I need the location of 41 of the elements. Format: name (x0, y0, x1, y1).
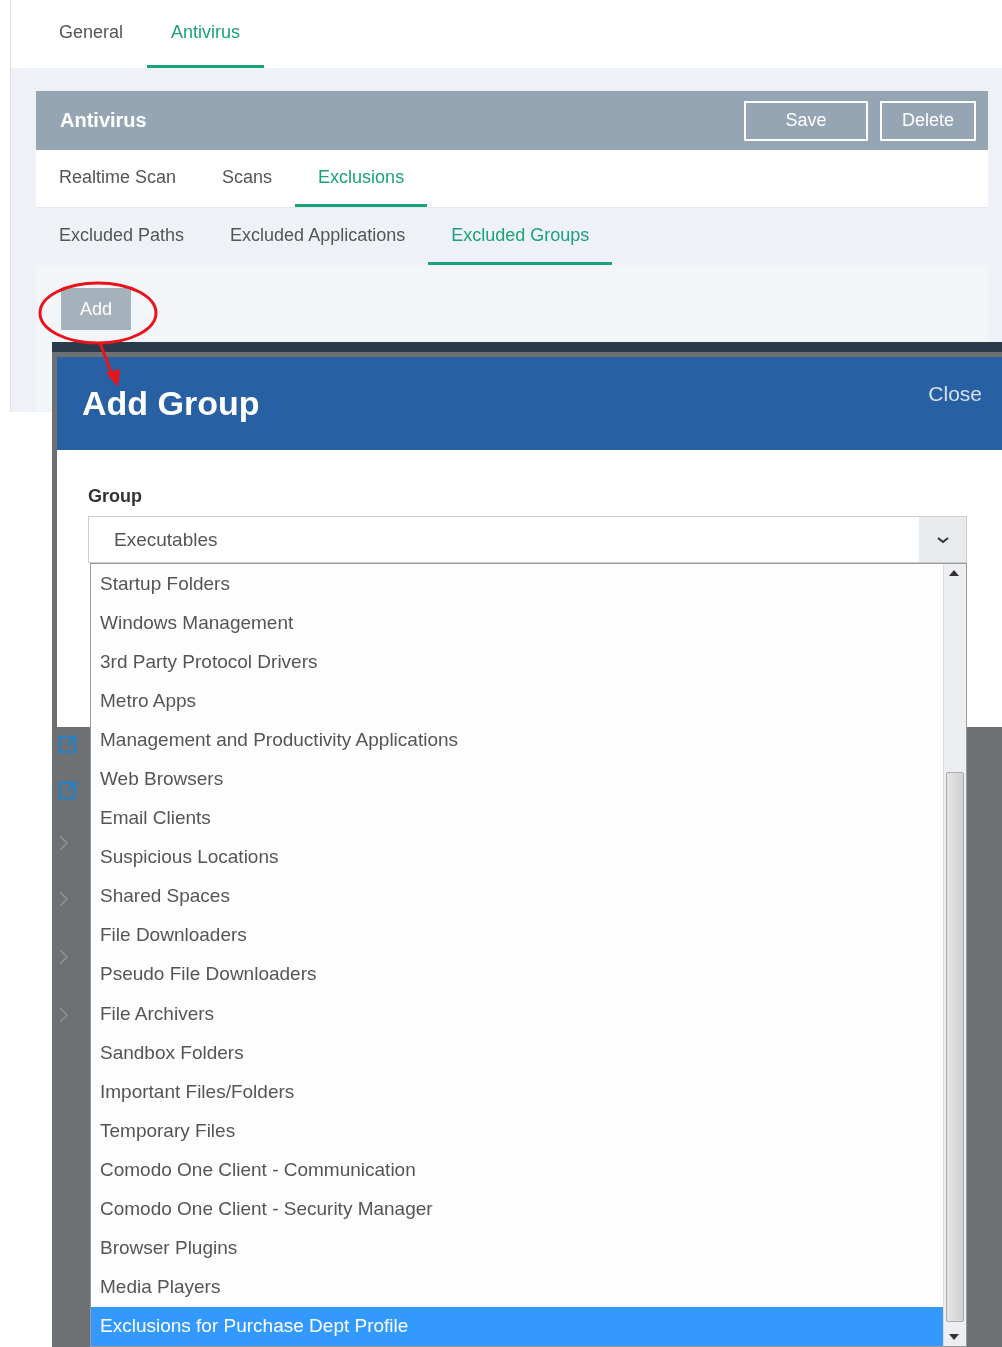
dropdown-option[interactable]: Management and Productivity Applications (91, 720, 943, 760)
chevron-right-icon (58, 890, 70, 908)
dropdown-option[interactable]: Comodo One Client - Communication (91, 1150, 943, 1190)
field-label: Group (88, 486, 142, 507)
chevron-right-icon (58, 834, 70, 852)
dropdown-option[interactable]: Suspicious Locations (91, 837, 943, 877)
dropdown-option[interactable]: File Archivers (91, 994, 943, 1034)
dropdown-option[interactable]: Temporary Files (91, 1111, 943, 1151)
dropdown-option[interactable]: Windows Management (91, 603, 943, 643)
dropdown-option[interactable]: Sandbox Folders (91, 1033, 943, 1073)
tab[interactable]: Realtime Scan (36, 150, 200, 207)
close-button[interactable]: Close (922, 381, 988, 407)
dropdown-option[interactable]: Startup Folders (91, 564, 943, 604)
chevron-right-icon (58, 948, 70, 966)
dropdown-option[interactable]: Important Files/Folders (91, 1072, 943, 1112)
panel-title: Antivirus (60, 109, 148, 132)
tab[interactable]: Excluded Applications (207, 208, 429, 265)
caret-icon (935, 535, 950, 544)
scrollbar-thumb[interactable] (946, 772, 964, 1322)
dropdown-option[interactable]: Email Clients (91, 798, 943, 838)
dropdown-option[interactable]: Browser Plugins (91, 1228, 943, 1268)
edit-icon (58, 780, 80, 800)
scroll-down-icon[interactable] (949, 1334, 959, 1340)
dropdown-option[interactable]: 3rd Party Protocol Drivers (91, 642, 943, 682)
scrollbar[interactable] (943, 564, 966, 1346)
dropdown-option[interactable]: Media Players (91, 1267, 943, 1307)
edit-icon (58, 734, 80, 754)
tab[interactable]: General (35, 0, 148, 68)
dropdown-option[interactable]: Metro Apps (91, 681, 943, 721)
dialog-title: Add Group (82, 384, 260, 423)
dropdown-option[interactable]: Shared Spaces (91, 876, 943, 916)
dropdown-option[interactable]: Web Browsers (91, 759, 943, 799)
tab[interactable]: Scans (199, 150, 296, 207)
dropdown-option[interactable]: Comodo One Client - Security Manager (91, 1189, 943, 1229)
dropdown-option[interactable]: Pseudo File Downloaders (91, 954, 943, 995)
chevron-right-icon (58, 1006, 70, 1024)
dropdown-option[interactable]: File Downloaders (91, 915, 943, 955)
tab[interactable]: Excluded Paths (36, 208, 208, 265)
pointer-arrow (98, 342, 120, 387)
group-select[interactable]: Executables (88, 516, 967, 563)
scroll-up-icon[interactable] (949, 570, 959, 576)
